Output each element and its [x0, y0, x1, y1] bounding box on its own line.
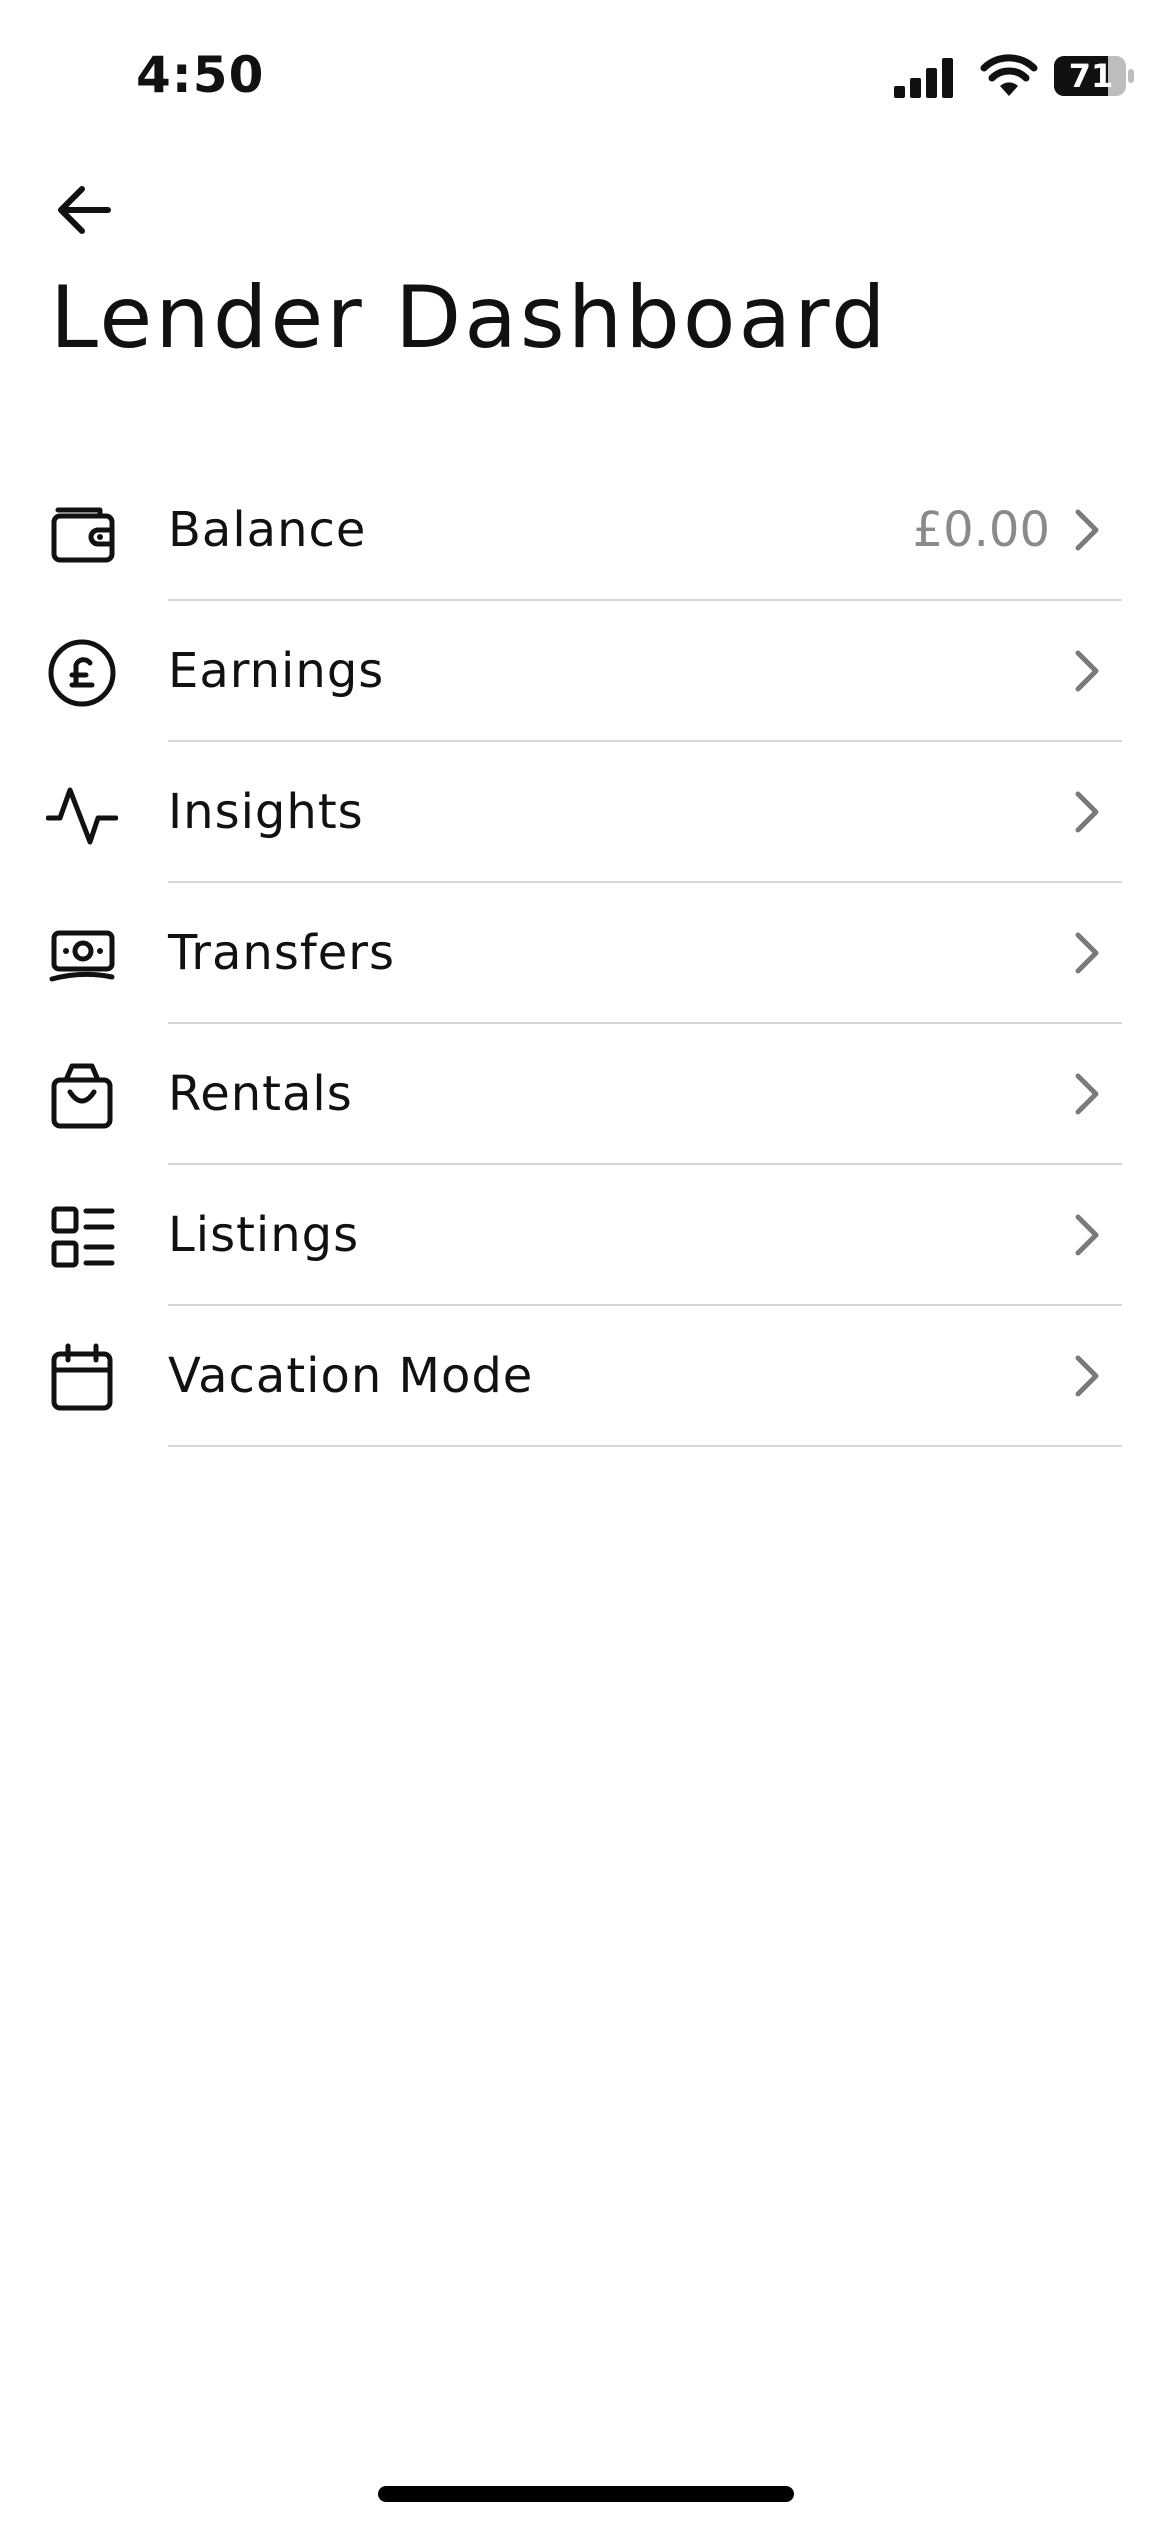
menu-item-listings[interactable]: Listings	[0, 1165, 1170, 1306]
menu-item-label: Earnings	[168, 643, 385, 699]
chevron-right-icon	[1075, 932, 1099, 974]
battery-level: 71	[1068, 57, 1114, 95]
status-bar: 4:50 71	[0, 0, 1170, 150]
menu-item-balance[interactable]: Balance £0.00	[0, 460, 1170, 601]
activity-icon	[46, 787, 118, 845]
menu-item-label: Transfers	[168, 925, 396, 981]
home-indicator[interactable]	[378, 2486, 794, 2502]
signal-icon	[894, 58, 953, 98]
menu-list: Balance £0.00 Earnings Insights Transfer…	[0, 460, 1170, 1447]
chevron-right-icon	[1075, 509, 1099, 551]
calendar-icon	[51, 1343, 113, 1411]
menu-item-transfers[interactable]: Transfers	[0, 883, 1170, 1024]
chevron-right-icon	[1075, 650, 1099, 692]
menu-item-earnings[interactable]: Earnings	[0, 601, 1170, 742]
menu-item-label: Balance	[168, 502, 367, 558]
cash-icon	[49, 930, 115, 982]
menu-item-label: Vacation Mode	[168, 1348, 534, 1404]
status-icons: 71	[870, 50, 1170, 110]
back-button[interactable]	[44, 170, 124, 250]
menu-item-label: Rentals	[168, 1066, 353, 1122]
shopping-bag-icon	[51, 1063, 113, 1129]
menu-item-vacation-mode[interactable]: Vacation Mode	[0, 1306, 1170, 1447]
chevron-right-icon	[1075, 1355, 1099, 1397]
arrow-left-icon	[58, 186, 111, 234]
chevron-right-icon	[1075, 1073, 1099, 1115]
chevron-right-icon	[1075, 1214, 1099, 1256]
wallet-icon	[51, 507, 115, 563]
menu-item-rentals[interactable]: Rentals	[0, 1024, 1170, 1165]
wifi-icon	[980, 54, 1038, 96]
divider	[168, 1445, 1122, 1447]
menu-item-label: Insights	[168, 784, 364, 840]
chevron-right-icon	[1075, 791, 1099, 833]
list-icon	[51, 1206, 115, 1268]
page-title: Lender Dashboard	[50, 268, 889, 368]
status-time: 4:50	[136, 46, 265, 104]
pound-circle-icon	[48, 639, 116, 707]
menu-item-label: Listings	[168, 1207, 360, 1263]
balance-value: £0.00	[912, 502, 1050, 558]
menu-item-insights[interactable]: Insights	[0, 742, 1170, 883]
